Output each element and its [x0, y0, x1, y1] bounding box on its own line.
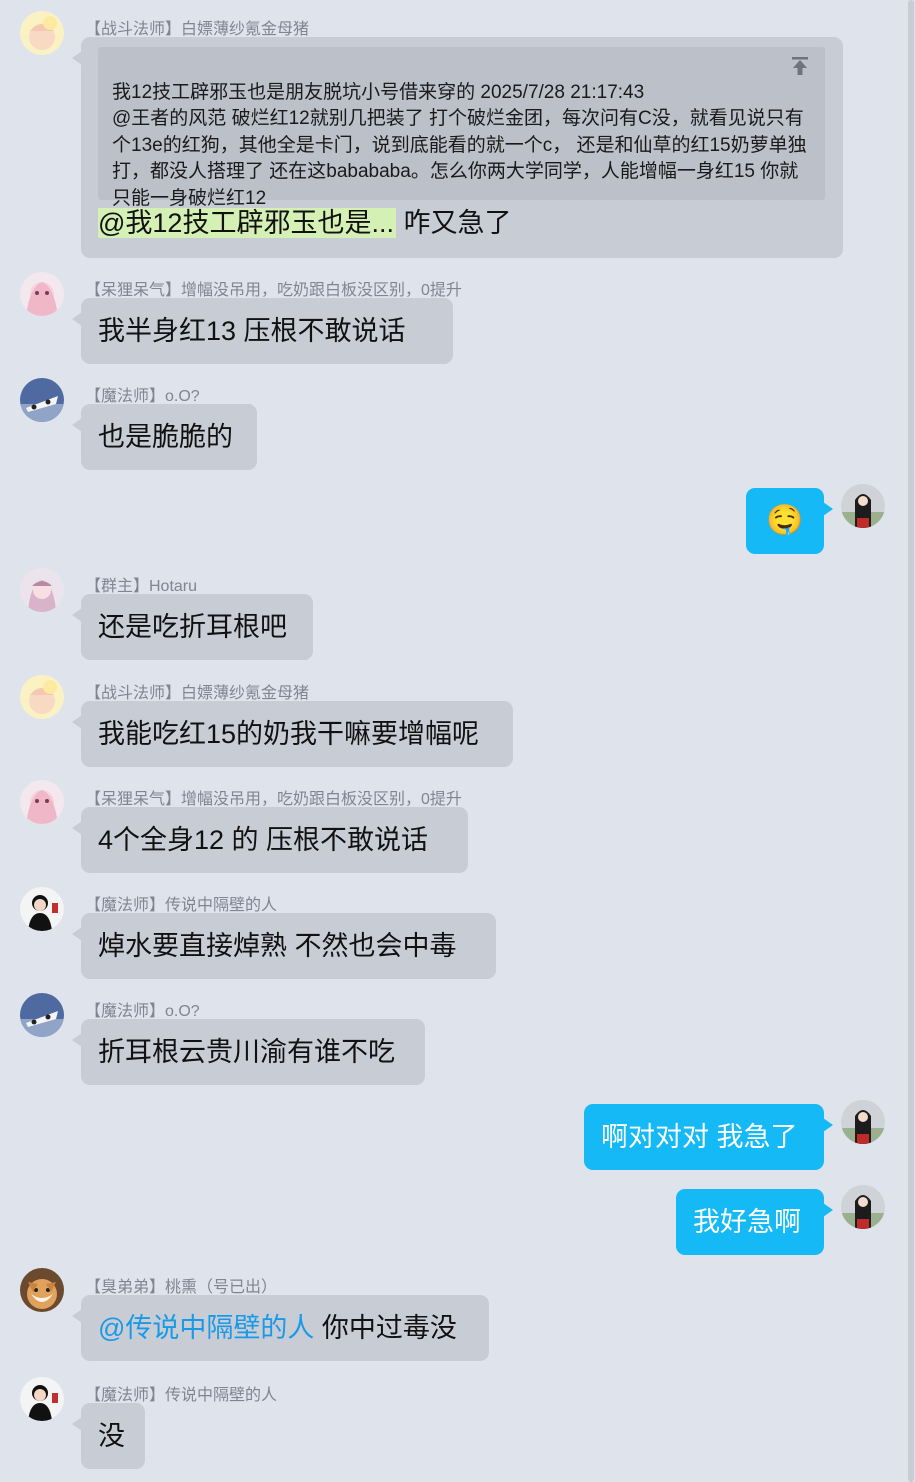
avatar[interactable] — [20, 1268, 64, 1312]
sender-name: 【呆狸呆气】增幅没吊用，吃奶跟白板没区别，0提升 — [85, 791, 462, 808]
sender-name: 【群主】Hotaru — [85, 578, 198, 595]
sender-name: 【臭弟弟】桃熏（号已出） — [85, 1279, 278, 1296]
reply-body: 咋又急了 — [395, 208, 512, 238]
avatar[interactable] — [20, 272, 64, 316]
avatar[interactable] — [20, 675, 64, 719]
self-avatar[interactable] — [841, 1185, 885, 1229]
message-bubble[interactable]: 我好急啊 — [676, 1189, 833, 1255]
message-bubble[interactable]: 我半身红13 压根不敢说话 — [72, 298, 453, 364]
avatar[interactable] — [20, 887, 64, 931]
avatar[interactable] — [20, 568, 64, 612]
reply-text: @我12技工辟邪玉也是... 咋又急了 — [98, 200, 511, 246]
avatar[interactable] — [20, 780, 64, 824]
sender-name: 【呆狸呆气】增幅没吊用，吃奶跟白板没区别，0提升 — [85, 282, 462, 299]
message-bubble[interactable]: 🤤 — [746, 488, 833, 554]
message-bubble[interactable]: 还是吃折耳根吧 — [72, 594, 313, 660]
sender-name: 【魔法师】传说中隔壁的人 — [85, 897, 278, 914]
scrollbar[interactable] — [907, 0, 915, 1482]
scrollbar-thumb[interactable] — [908, 0, 914, 1482]
self-avatar[interactable] — [841, 484, 885, 528]
sender-name: 【战斗法师】白嫖薄纱氪金母猪 — [85, 685, 310, 702]
sender-name: 【魔法师】传说中隔壁的人 — [85, 1387, 278, 1404]
message-bubble[interactable]: 我12技工辟邪玉也是朋友脱坑小号借来穿的 2025/7/28 21:17:43 … — [72, 37, 843, 258]
message-bubble[interactable]: 4个全身12 的 压根不敢说话 — [72, 807, 468, 873]
message-bubble[interactable]: @传说中隔壁的人 你中过毒没 — [72, 1295, 489, 1361]
message-bubble[interactable]: 没 — [72, 1403, 145, 1469]
avatar[interactable] — [20, 11, 64, 55]
message-bubble[interactable]: 也是脆脆的 — [72, 404, 257, 470]
quoted-message[interactable]: 我12技工辟邪玉也是朋友脱坑小号借来穿的 2025/7/28 21:17:43 … — [98, 47, 825, 209]
mention-link[interactable]: @传说中隔壁的人 — [98, 1313, 314, 1343]
message-bubble[interactable]: 我能吃红15的奶我干嘛要增幅呢 — [72, 701, 513, 767]
mention-highlight[interactable]: @我12技工辟邪玉也是... — [98, 208, 396, 238]
jump-to-original-icon[interactable] — [789, 55, 811, 77]
message-bubble[interactable]: 焯水要直接焯熟 不然也会中毒 — [72, 913, 496, 979]
sender-name: 【魔法师】o.O? — [85, 1003, 200, 1020]
drooling-face-emoji: 🤤 — [766, 504, 804, 537]
message-text: 你中过毒没 — [314, 1313, 457, 1343]
sender-name: 【战斗法师】白嫖薄纱氪金母猪 — [85, 21, 310, 38]
avatar[interactable] — [20, 378, 64, 422]
sender-name: 【魔法师】o.O? — [85, 388, 200, 405]
message-bubble[interactable]: 折耳根云贵川渝有谁不吃 — [72, 1019, 425, 1085]
avatar[interactable] — [20, 993, 64, 1037]
self-avatar[interactable] — [841, 1100, 885, 1144]
quoted-text: 我12技工辟邪玉也是朋友脱坑小号借来穿的 2025/7/28 21:17:43 … — [112, 81, 807, 209]
avatar[interactable] — [20, 1377, 64, 1421]
message-bubble[interactable]: 啊对对对 我急了 — [584, 1104, 833, 1170]
